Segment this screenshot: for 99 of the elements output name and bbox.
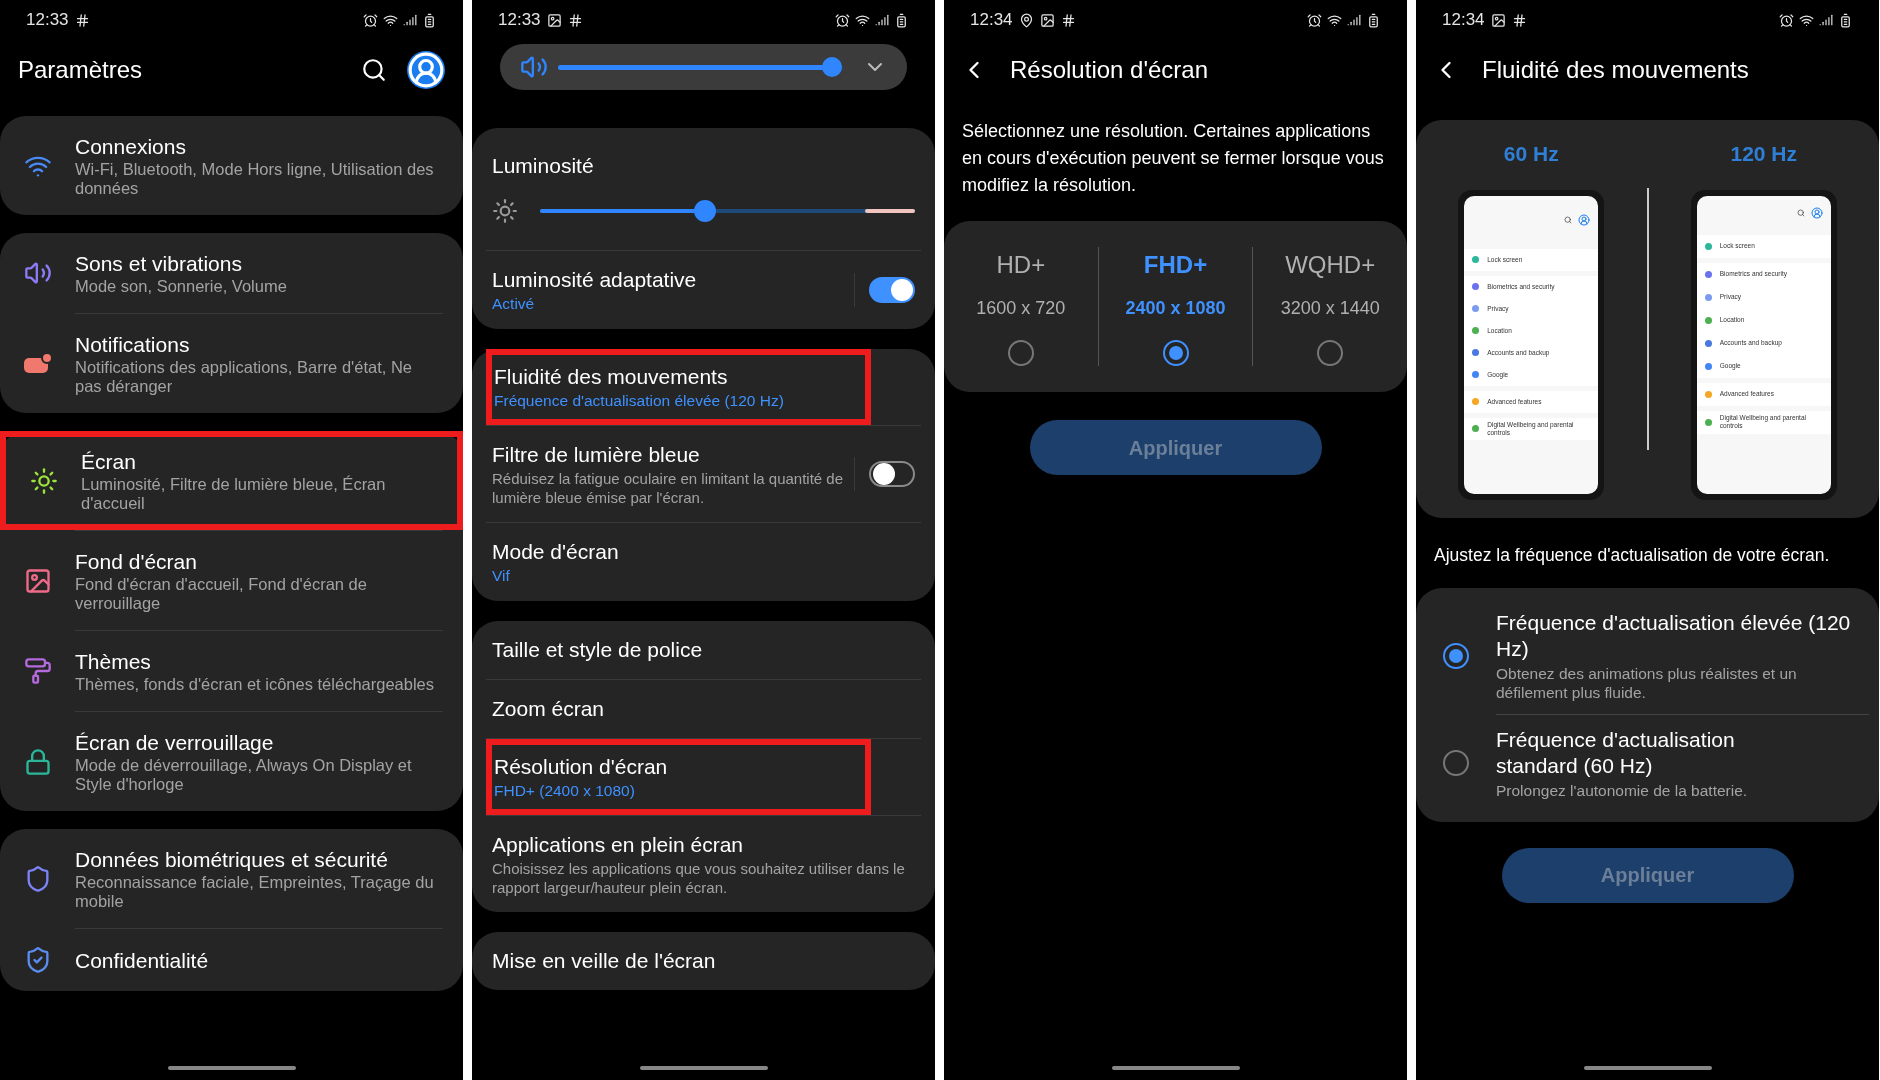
option-title[interactable]: Fréquence d'actualisation élevée (120 Hz) bbox=[1496, 609, 1867, 662]
item-subtitle: Réduisez la fatigue oculaire en limitant la quantité de lumière bleue émise par l'écran. bbox=[492, 468, 845, 507]
status-time: 12:33 bbox=[498, 9, 541, 32]
item-title[interactable]: Notifications bbox=[75, 331, 443, 358]
image-icon bbox=[1490, 12, 1506, 28]
status-time: 12:34 bbox=[1442, 9, 1485, 32]
sun-icon bbox=[492, 197, 518, 224]
battery-icon bbox=[1838, 12, 1853, 28]
alarm-icon bbox=[1307, 12, 1322, 28]
image-icon bbox=[546, 12, 562, 28]
signal-icon bbox=[875, 13, 889, 27]
item-subtitle: Choisissez les applications que vous souhaitez utiliser dans le rapport largeur/hauteur plein écran. bbox=[492, 858, 906, 897]
image-icon bbox=[1039, 12, 1055, 28]
item-title[interactable]: Confidentialité bbox=[75, 946, 209, 974]
wifi-icon bbox=[1327, 12, 1342, 28]
item-title[interactable]: Luminosité adaptative bbox=[492, 265, 854, 294]
item-value: FHD+ (2400 x 1080) bbox=[494, 780, 636, 801]
page-title: Résolution d'écran bbox=[1010, 55, 1209, 85]
item-title[interactable]: Résolution d'écran bbox=[494, 752, 863, 781]
item-subtitle: Fond d'écran d'accueil, Fond d'écran de verrouillage bbox=[75, 575, 368, 613]
radio-button[interactable] bbox=[1007, 340, 1034, 366]
paint-roller-icon bbox=[23, 657, 52, 685]
wifi-icon bbox=[383, 12, 398, 28]
description-text: Ajustez la fréquence d'actualisation de votre écran. bbox=[1433, 543, 1831, 567]
resolution-name: FHD+ bbox=[1143, 250, 1208, 280]
status-time: 12:34 bbox=[970, 9, 1013, 32]
resolution-size: 1600 x 720 bbox=[976, 297, 1066, 320]
account-icon bbox=[1810, 206, 1823, 219]
account-icon bbox=[1578, 213, 1591, 226]
item-subtitle: Wi-Fi, Bluetooth, Mode Hors ligne, Utilisation des données bbox=[75, 160, 435, 198]
item-title[interactable]: Mode d'écran bbox=[492, 537, 915, 566]
signal-icon bbox=[403, 13, 417, 27]
resolution-size: 3200 x 1440 bbox=[1280, 297, 1380, 320]
search-icon bbox=[1796, 208, 1805, 217]
toggle-switch[interactable] bbox=[869, 460, 915, 487]
item-title[interactable]: Sons et vibrations bbox=[75, 250, 287, 277]
resolution-name: WQHD+ bbox=[1285, 250, 1376, 280]
battery-icon bbox=[1366, 12, 1381, 28]
item-title[interactable]: Écran de verrouillage bbox=[75, 729, 443, 756]
account-icon[interactable] bbox=[407, 51, 445, 89]
alarm-icon bbox=[835, 12, 850, 28]
status-time: 12:33 bbox=[26, 9, 69, 32]
wifi-icon bbox=[1799, 12, 1814, 28]
hash-icon bbox=[74, 12, 90, 28]
hash-icon bbox=[1511, 12, 1527, 28]
item-value: Vif bbox=[492, 565, 511, 586]
item-title[interactable]: Fluidité des mouvements bbox=[494, 362, 863, 391]
slider-thumb[interactable] bbox=[694, 199, 716, 222]
page-title: Fluidité des mouvements bbox=[1482, 55, 1749, 85]
item-subtitle: Mode de déverrouillage, Always On Display et Style d'horloge bbox=[75, 756, 413, 794]
image-icon bbox=[23, 566, 52, 595]
resolution-size: 2400 x 1080 bbox=[1125, 297, 1226, 320]
battery-icon bbox=[894, 12, 909, 28]
pin-icon bbox=[1018, 12, 1034, 28]
item-title[interactable]: Filtre de lumière bleue bbox=[492, 440, 854, 469]
item-title[interactable]: Applications en plein écran bbox=[492, 830, 915, 859]
search-icon bbox=[1564, 215, 1573, 224]
wifi-icon bbox=[855, 12, 870, 28]
option-title[interactable]: Fréquence d'actualisation standard (60 Hz) bbox=[1496, 726, 1777, 779]
page-title: Paramètres bbox=[18, 55, 143, 85]
refresh-rate-label: 120 Hz bbox=[1730, 141, 1797, 167]
alarm-icon bbox=[363, 12, 378, 28]
item-subtitle: Reconnaissance faciale, Empreintes, Traçage du mobile bbox=[75, 873, 435, 911]
option-subtitle: Prolongez l'autonomie de la batterie. bbox=[1496, 780, 1749, 800]
option-subtitle: Obtenez des animations plus réalistes et un défilement plus fluide. bbox=[1496, 663, 1798, 702]
item-title[interactable]: Données biométriques et sécurité bbox=[75, 846, 443, 873]
resolution-name: HD+ bbox=[996, 250, 1046, 280]
item-title[interactable]: Taille et style de police bbox=[492, 635, 915, 664]
description-text: Sélectionnez une résolution. Certaines applications en cours d'exécution peuvent se fermer lorsque vous modifiez la résolution. bbox=[961, 120, 1385, 197]
hash-icon bbox=[567, 12, 583, 28]
radio-button[interactable] bbox=[1443, 750, 1469, 777]
item-title[interactable]: Fond d'écran bbox=[75, 548, 443, 575]
lock-icon bbox=[23, 747, 52, 776]
battery-icon bbox=[422, 12, 437, 28]
item-title[interactable]: Mise en veille de l'écran bbox=[492, 946, 915, 975]
item-value: Activé bbox=[492, 293, 536, 314]
item-title[interactable]: Zoom écran bbox=[492, 694, 915, 723]
toggle-switch[interactable] bbox=[869, 276, 915, 303]
item-title: Luminosité bbox=[492, 154, 594, 177]
radio-button[interactable] bbox=[1317, 340, 1344, 366]
item-subtitle: Notifications des applications, Barre d'état, Ne pas déranger bbox=[75, 358, 413, 396]
item-value: Fréquence d'actualisation élevée (120 Hz) bbox=[494, 390, 785, 411]
signal-icon bbox=[1347, 13, 1361, 27]
item-title[interactable]: Écran bbox=[81, 448, 437, 475]
signal-icon bbox=[1819, 13, 1833, 27]
item-title[interactable]: Thèmes bbox=[75, 648, 435, 675]
notification-icon bbox=[22, 351, 53, 376]
hash-icon bbox=[1060, 12, 1076, 28]
search-icon[interactable] bbox=[361, 57, 387, 83]
sun-icon bbox=[29, 466, 58, 495]
refresh-rate-label: 60 Hz bbox=[1503, 141, 1559, 167]
alarm-icon bbox=[1779, 12, 1794, 28]
radio-button[interactable] bbox=[1162, 340, 1189, 366]
slider-thumb[interactable] bbox=[821, 56, 842, 77]
item-subtitle: Luminosité, Filtre de lumière bleue, Écran d'accueil bbox=[81, 475, 387, 513]
item-subtitle: Thèmes, fonds d'écran et icônes téléchargeables bbox=[75, 675, 435, 694]
item-title[interactable]: Connexions bbox=[75, 133, 443, 160]
item-subtitle: Mode son, Sonnerie, Volume bbox=[75, 277, 287, 296]
radio-button[interactable] bbox=[1443, 642, 1469, 669]
